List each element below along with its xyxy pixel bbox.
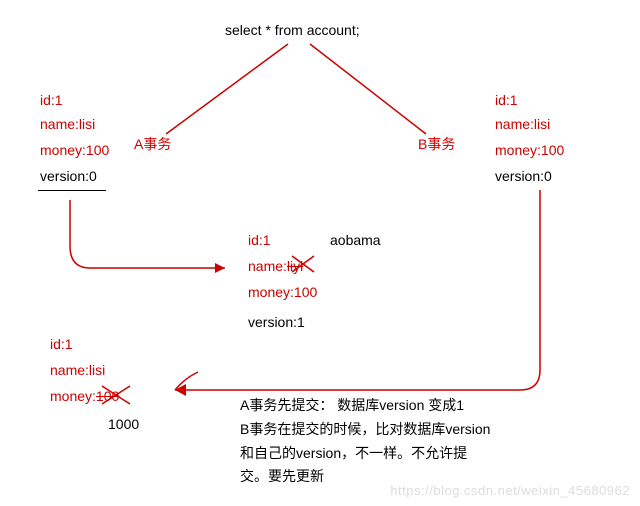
arrow-query-to-A [166, 44, 288, 134]
resultA-name: name:lisi [50, 362, 105, 378]
center-version: version:1 [248, 314, 305, 330]
center-name-old: liyi [287, 258, 303, 274]
sql-query: select * from account; [225, 22, 360, 38]
watermark: https://blog.csdn.net/weixin_45680962 [390, 483, 630, 498]
explain-l1: A事务先提交： 数据库version 变成1 [240, 394, 490, 418]
resultA-id: id:1 [50, 336, 73, 352]
center-name-label: name:liyi [248, 258, 303, 274]
arrowhead-curve [175, 372, 198, 390]
txB-version: version:0 [495, 168, 552, 184]
txA-underline [38, 190, 106, 191]
txB-money: money:100 [495, 142, 564, 158]
txA-version: version:0 [40, 168, 97, 184]
resultA-money-new: 1000 [108, 416, 139, 432]
txB-label: B事务 [418, 134, 455, 154]
center-name-prefix: name: [248, 258, 287, 274]
center-money: money:100 [248, 284, 317, 300]
txA-name: name:lisi [40, 116, 95, 132]
resultA-money: money:100 [50, 388, 119, 404]
explain-block: A事务先提交： 数据库version 变成1 B事务在提交的时候，比对数据库ve… [240, 394, 490, 489]
txB-id: id:1 [495, 92, 518, 108]
resultA-money-label: money: [50, 388, 96, 404]
arrow-query-to-B [310, 44, 426, 134]
arrowhead-B-to-result [175, 384, 186, 396]
explain-l2: B事务在提交的时候，比对数据库version [240, 418, 490, 442]
resultA-money-old: 100 [96, 388, 119, 404]
txA-id: id:1 [40, 92, 63, 108]
txB-name: name:lisi [495, 116, 550, 132]
center-id: id:1 [248, 232, 271, 248]
explain-l3: 和自己的version，不一样。不允许提 [240, 442, 490, 466]
arrow-B-to-result [175, 190, 540, 390]
arrow-A-to-center [70, 200, 225, 268]
txA-label: A事务 [134, 134, 171, 154]
arrowhead-A-to-center [215, 263, 225, 273]
txA-money: money:100 [40, 142, 109, 158]
center-name-new: aobama [330, 232, 381, 248]
